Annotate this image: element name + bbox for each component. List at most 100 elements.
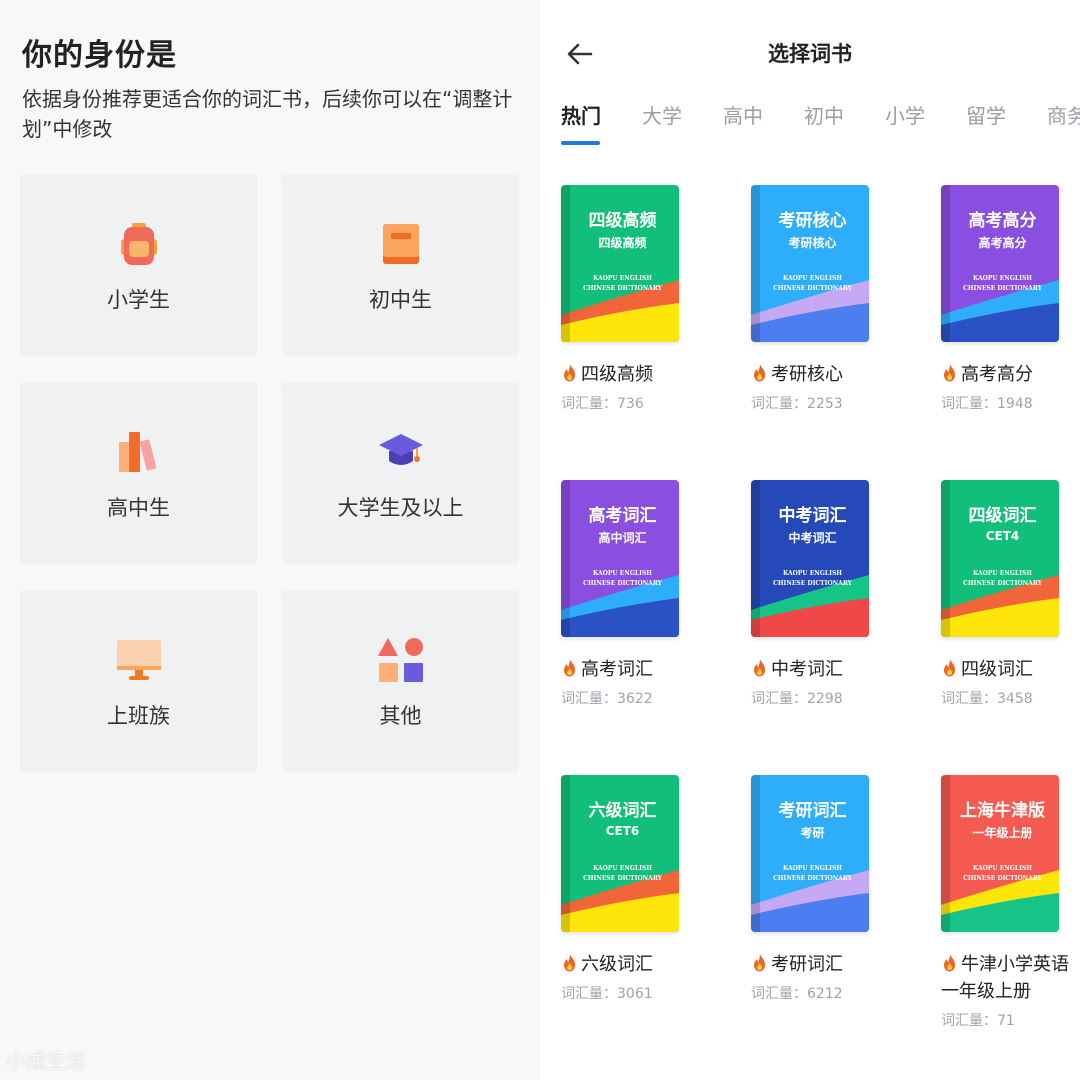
book-item[interactable]: 上海牛津版 一年级上册 KAOPU ENGLISH CHINESE DICTIO… bbox=[941, 775, 1080, 1070]
book-item[interactable]: 考研词汇 考研 KAOPU ENGLISH CHINESE DICTIONARY… bbox=[751, 775, 941, 1070]
cover-brand: CHINESE DICTIONARY bbox=[583, 580, 662, 587]
cover-title: 中考词汇 bbox=[778, 506, 847, 526]
book-name: 四级高频 bbox=[561, 361, 689, 388]
book-cover[interactable]: 考研核心 考研核心 KAOPU ENGLISH CHINESE DICTIONA… bbox=[751, 185, 869, 342]
book-name-text: 六级词汇 bbox=[581, 954, 653, 975]
fire-icon bbox=[754, 659, 765, 677]
tab-business[interactable]: 商务 bbox=[1047, 100, 1080, 150]
cover-brand: CHINESE DICTIONARY bbox=[773, 285, 852, 292]
role-label: 上班族 bbox=[107, 704, 170, 728]
book-item[interactable]: 四级词汇 CET4 KAOPU ENGLISH CHINESE DICTIONA… bbox=[941, 480, 1080, 775]
role-label: 高中生 bbox=[107, 496, 170, 520]
category-tabs: 热门 大学 高中 初中 小学 留学 商务 bbox=[561, 100, 1080, 150]
book-item[interactable]: 四级高频 四级高频 KAOPU ENGLISH CHINESE DICTIONA… bbox=[561, 185, 751, 480]
cover-title: 考研词汇 bbox=[778, 801, 847, 821]
book-cover[interactable]: 四级词汇 CET4 KAOPU ENGLISH CHINESE DICTIONA… bbox=[941, 480, 1059, 637]
cover-title: 四级高频 bbox=[588, 211, 657, 231]
vocab-count-value: 736 bbox=[617, 396, 644, 412]
cover-spine bbox=[561, 480, 570, 637]
book-cover[interactable]: 高考高分 高考高分 KAOPU ENGLISH CHINESE DICTIONA… bbox=[941, 185, 1059, 342]
book-cover[interactable]: 六级词汇 CET6 KAOPU ENGLISH CHINESE DICTIONA… bbox=[561, 775, 679, 932]
role-card-other[interactable]: 其他 bbox=[282, 590, 519, 772]
role-card-primary-student[interactable]: 小学生 bbox=[20, 174, 257, 356]
book-name: 六级词汇 bbox=[561, 951, 689, 978]
backpack-icon bbox=[115, 220, 163, 268]
vocab-count: 词汇量：3622 bbox=[561, 688, 653, 708]
cover-brand: KAOPU ENGLISH bbox=[973, 275, 1032, 282]
book-item[interactable]: 高考词汇 高中词汇 KAOPU ENGLISH CHINESE DICTIONA… bbox=[561, 480, 751, 775]
cover-brand: KAOPU ENGLISH bbox=[783, 865, 842, 872]
role-label: 小学生 bbox=[107, 288, 170, 312]
book-item[interactable]: 中考词汇 中考词汇 KAOPU ENGLISH CHINESE DICTIONA… bbox=[751, 480, 941, 775]
cover-spine bbox=[751, 775, 760, 932]
identity-panel: 你的身份是 依据身份推荐更适合你的词汇书，后续你可以在“调整计划”中修改 小学生 bbox=[0, 0, 540, 1080]
fire-icon bbox=[754, 954, 765, 972]
role-label: 初中生 bbox=[369, 288, 432, 312]
book-cover[interactable]: 中考词汇 中考词汇 KAOPU ENGLISH CHINESE DICTIONA… bbox=[751, 480, 869, 637]
book-select-title: 选择词书 bbox=[768, 42, 852, 66]
tab-hot[interactable]: 热门 bbox=[561, 100, 642, 150]
cover-brand: CHINESE DICTIONARY bbox=[583, 285, 662, 292]
vocab-count: 词汇量：71 bbox=[941, 1010, 1015, 1030]
page-subtitle: 依据身份推荐更适合你的词汇书，后续你可以在“调整计划”中修改 bbox=[22, 87, 513, 141]
tab-primary-school[interactable]: 小学 bbox=[885, 100, 966, 150]
vocab-count-prefix: 词汇量： bbox=[941, 1013, 997, 1029]
cover-spine bbox=[941, 480, 950, 637]
cover-spine bbox=[561, 185, 570, 342]
book-cover[interactable]: 四级高频 四级高频 KAOPU ENGLISH CHINESE DICTIONA… bbox=[561, 185, 679, 342]
role-grid: 小学生 初中生 高中生 大学生及以上 上班族 其他 bbox=[20, 174, 519, 772]
book-name: 高考高分 bbox=[941, 361, 1069, 388]
vocab-count: 词汇量：736 bbox=[561, 393, 644, 413]
cover-title: 六级词汇 bbox=[588, 801, 657, 821]
cover-title: 四级词汇 bbox=[968, 506, 1037, 526]
book-item[interactable]: 考研核心 考研核心 KAOPU ENGLISH CHINESE DICTIONA… bbox=[751, 185, 941, 480]
book-name-text: 牛津小学英语一年级上册 bbox=[941, 954, 1069, 1002]
fire-icon bbox=[564, 364, 575, 382]
vocab-count-value: 2253 bbox=[807, 396, 843, 412]
book-item[interactable]: 高考高分 高考高分 KAOPU ENGLISH CHINESE DICTIONA… bbox=[941, 185, 1080, 480]
cover-subtitle: CET4 bbox=[985, 529, 1020, 543]
cover-subtitle: 考研核心 bbox=[788, 236, 837, 250]
vocab-count-prefix: 词汇量： bbox=[941, 691, 997, 707]
book-select-panel: 选择词书 热门 大学 高中 初中 小学 留学 商务 四级高频 四级高频 KAOP… bbox=[540, 0, 1080, 1080]
cover-spine bbox=[941, 775, 950, 932]
tab-high-school[interactable]: 高中 bbox=[723, 100, 804, 150]
book-cover[interactable]: 考研词汇 考研 KAOPU ENGLISH CHINESE DICTIONARY bbox=[751, 775, 869, 932]
vocab-count: 词汇量：3061 bbox=[561, 983, 653, 1003]
book-name-text: 中考词汇 bbox=[771, 659, 843, 680]
role-card-junior-student[interactable]: 初中生 bbox=[282, 174, 519, 356]
book-name: 考研核心 bbox=[751, 361, 879, 388]
cover-spine bbox=[941, 185, 950, 342]
book-name-text: 四级高频 bbox=[581, 364, 653, 385]
cover-brand: CHINESE DICTIONARY bbox=[773, 580, 852, 587]
books-icon bbox=[115, 428, 163, 476]
fire-icon bbox=[944, 364, 955, 382]
tab-junior-school[interactable]: 初中 bbox=[804, 100, 885, 150]
cover-title: 上海牛津版 bbox=[960, 801, 1045, 821]
cover-subtitle: 高中词汇 bbox=[598, 531, 647, 545]
vocab-count-value: 3458 bbox=[997, 691, 1033, 707]
book-name: 考研词汇 bbox=[751, 951, 879, 978]
book-name-text: 高考词汇 bbox=[581, 659, 653, 680]
cover-brand: KAOPU ENGLISH bbox=[973, 865, 1032, 872]
graduation-cap-icon bbox=[377, 428, 425, 476]
cover-subtitle: 考研 bbox=[800, 826, 825, 840]
book-cover[interactable]: 上海牛津版 一年级上册 KAOPU ENGLISH CHINESE DICTIO… bbox=[941, 775, 1059, 932]
tab-study-abroad[interactable]: 留学 bbox=[966, 100, 1047, 150]
cover-spine bbox=[751, 185, 760, 342]
role-card-office-worker[interactable]: 上班族 bbox=[20, 590, 257, 772]
role-card-senior-student[interactable]: 高中生 bbox=[20, 382, 257, 564]
cover-subtitle: 一年级上册 bbox=[972, 826, 1033, 840]
cover-title: 高考词汇 bbox=[588, 506, 657, 526]
cover-brand: CHINESE DICTIONARY bbox=[963, 285, 1042, 292]
book-name-text: 考研词汇 bbox=[771, 954, 843, 975]
vocab-count: 词汇量：3458 bbox=[941, 688, 1033, 708]
role-label: 其他 bbox=[379, 704, 422, 728]
tab-college[interactable]: 大学 bbox=[642, 100, 723, 150]
vocab-count: 词汇量：1948 bbox=[941, 393, 1033, 413]
role-card-college-student[interactable]: 大学生及以上 bbox=[282, 382, 519, 564]
book-cover[interactable]: 高考词汇 高中词汇 KAOPU ENGLISH CHINESE DICTIONA… bbox=[561, 480, 679, 637]
monitor-icon bbox=[115, 636, 163, 684]
vocab-count-prefix: 词汇量： bbox=[941, 396, 997, 412]
book-item[interactable]: 六级词汇 CET6 KAOPU ENGLISH CHINESE DICTIONA… bbox=[561, 775, 751, 1070]
